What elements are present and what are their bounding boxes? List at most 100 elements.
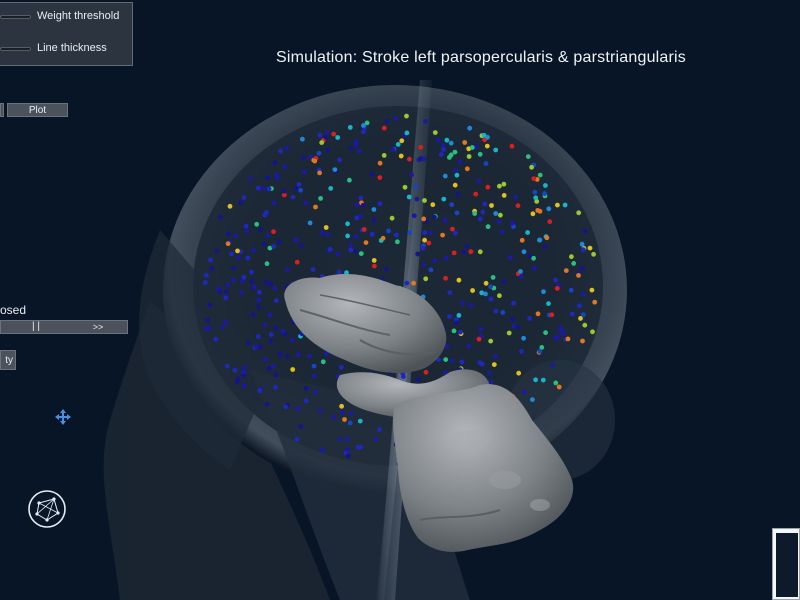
network-node bbox=[476, 178, 482, 184]
network-node bbox=[317, 132, 323, 138]
network-node bbox=[426, 240, 432, 246]
network-node bbox=[356, 148, 362, 154]
network-node bbox=[587, 245, 593, 251]
network-graph-icon[interactable] bbox=[27, 489, 67, 529]
minimap-preview bbox=[776, 533, 798, 597]
network-node bbox=[415, 251, 421, 257]
network-node bbox=[294, 259, 300, 265]
network-node bbox=[258, 344, 264, 350]
network-node bbox=[457, 159, 463, 165]
network-node bbox=[423, 369, 429, 375]
network-node bbox=[490, 275, 496, 280]
plot-button[interactable]: Plot bbox=[7, 103, 68, 117]
playback-controls: | | >> bbox=[0, 320, 128, 334]
network-node bbox=[553, 277, 558, 283]
network-node bbox=[438, 152, 444, 157]
network-node bbox=[360, 202, 366, 208]
network-node bbox=[295, 406, 301, 411]
network-node bbox=[323, 225, 329, 230]
forward-button[interactable]: >> bbox=[89, 320, 107, 334]
network-node bbox=[449, 202, 455, 208]
network-node bbox=[451, 328, 457, 334]
network-node bbox=[371, 207, 377, 212]
network-node bbox=[335, 135, 341, 140]
network-node bbox=[331, 414, 337, 420]
network-node bbox=[204, 272, 209, 278]
network-node bbox=[319, 140, 325, 146]
network-node bbox=[582, 228, 588, 234]
network-node bbox=[303, 200, 309, 206]
network-node bbox=[312, 389, 318, 395]
network-node bbox=[497, 183, 502, 189]
network-node bbox=[205, 317, 210, 323]
opacity-button[interactable]: ty bbox=[0, 350, 16, 370]
network-node bbox=[543, 183, 548, 188]
move-arrows-icon[interactable] bbox=[55, 409, 71, 425]
network-node bbox=[317, 170, 322, 176]
network-node bbox=[499, 229, 505, 235]
playback-state-label: osed bbox=[0, 303, 27, 317]
network-node bbox=[440, 232, 445, 238]
network-node bbox=[518, 274, 524, 279]
network-node bbox=[225, 282, 231, 288]
network-node bbox=[420, 245, 426, 251]
brain-viewport[interactable]: Simulation: Stroke left parsopercularis … bbox=[0, 0, 800, 600]
network-node bbox=[451, 250, 457, 256]
network-node bbox=[428, 230, 434, 236]
network-node bbox=[488, 284, 493, 290]
network-node bbox=[325, 147, 331, 153]
network-node bbox=[355, 445, 361, 450]
network-node bbox=[249, 269, 254, 275]
weight-threshold-slider[interactable] bbox=[0, 15, 31, 19]
network-node bbox=[527, 316, 532, 321]
network-node bbox=[422, 198, 427, 203]
network-node bbox=[531, 176, 537, 182]
network-node bbox=[284, 354, 290, 360]
network-node bbox=[464, 166, 470, 172]
network-node bbox=[422, 230, 428, 236]
pause-button[interactable]: | | bbox=[29, 320, 43, 334]
network-node bbox=[316, 150, 322, 156]
network-node bbox=[444, 137, 450, 143]
minimap-thumbnail[interactable] bbox=[772, 528, 800, 600]
brain-scene[interactable] bbox=[0, 0, 800, 600]
network-node bbox=[324, 351, 329, 357]
network-node bbox=[337, 436, 343, 442]
network-node bbox=[262, 212, 268, 218]
network-node bbox=[571, 261, 577, 266]
network-node bbox=[347, 177, 352, 183]
network-node bbox=[307, 353, 312, 359]
network-node bbox=[518, 269, 523, 274]
network-node bbox=[377, 160, 383, 166]
network-node bbox=[312, 158, 318, 164]
network-node bbox=[590, 329, 595, 335]
network-node bbox=[580, 247, 586, 253]
network-node bbox=[455, 192, 461, 197]
network-node bbox=[223, 295, 229, 301]
network-node bbox=[447, 155, 452, 160]
network-node bbox=[418, 144, 424, 150]
network-node bbox=[217, 289, 223, 294]
network-node bbox=[243, 223, 249, 229]
network-node bbox=[348, 247, 354, 253]
network-node bbox=[298, 187, 303, 193]
network-node bbox=[325, 130, 330, 136]
network-node bbox=[361, 129, 366, 135]
network-node bbox=[468, 302, 474, 308]
line-thickness-slider[interactable] bbox=[0, 47, 31, 51]
network-node bbox=[345, 453, 351, 459]
network-node bbox=[376, 427, 382, 433]
network-node bbox=[353, 249, 359, 254]
network-node bbox=[256, 297, 262, 303]
truncated-button[interactable] bbox=[0, 103, 4, 117]
network-node bbox=[371, 258, 377, 263]
network-node bbox=[477, 151, 483, 157]
network-node bbox=[348, 146, 354, 152]
network-node bbox=[477, 249, 483, 255]
network-node bbox=[399, 138, 405, 144]
network-node bbox=[582, 322, 588, 328]
network-node bbox=[390, 147, 396, 153]
network-node bbox=[530, 397, 535, 402]
network-node bbox=[430, 202, 436, 208]
network-node bbox=[492, 354, 498, 359]
